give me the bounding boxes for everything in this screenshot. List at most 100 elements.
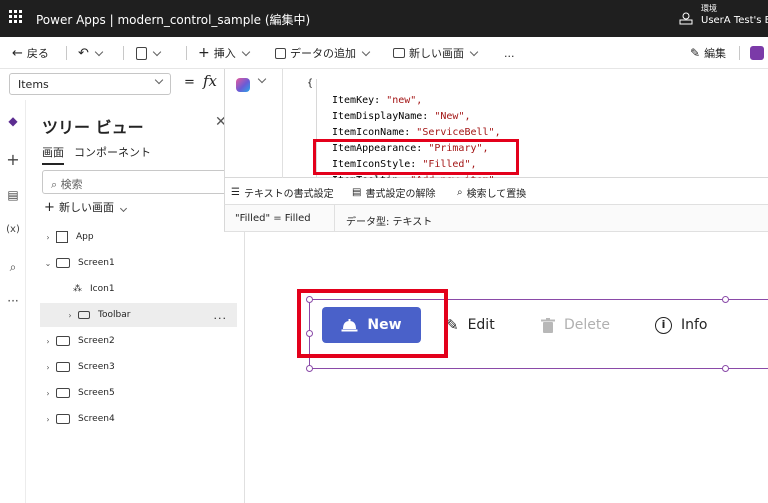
left-rail: ◆ + ▤ (x) ⌕ ··· — [0, 100, 26, 503]
toolbar-icon — [78, 311, 90, 319]
info-label: Info — [681, 317, 708, 333]
tree-node-label: Toolbar — [98, 310, 131, 320]
toolbar-edit-button[interactable]: ✎ Edit — [446, 314, 495, 336]
tree-view-title: ツリー ビュー — [42, 118, 144, 137]
tree-node-screen3[interactable]: › Screen3 — [40, 355, 237, 379]
divider — [739, 46, 740, 60]
undo-icon: ↶ — [78, 45, 89, 61]
new-screen-icon — [393, 48, 405, 58]
tree-node-screen1[interactable]: ⌄ Screen1 — [40, 251, 237, 275]
environment-picker[interactable]: 環境 UserA Test's E — [701, 3, 768, 27]
tab-components[interactable]: コンポーネント — [74, 144, 151, 165]
new-screen-button[interactable]: 新しい画面 — [393, 45, 479, 61]
tree-node-screen2[interactable]: › Screen2 — [40, 329, 237, 353]
tab-screens[interactable]: 画面 — [42, 144, 64, 165]
toolbar-delete-button[interactable]: Delete — [541, 314, 610, 336]
edit-button[interactable]: ✎ 編集 — [690, 45, 726, 61]
more-rail-icon[interactable]: ··· — [5, 294, 21, 310]
undo-button[interactable]: ↶ — [78, 45, 104, 61]
command-bar: ← 戻る ↶ + 挿入 データの追加 新しい画面 ... ✎ 編集 — [0, 37, 768, 69]
tree-search-input[interactable]: ⌕ 検索 — [42, 170, 247, 194]
find-replace-button[interactable]: ⌕ 検索して置換 — [457, 185, 526, 200]
chevron-down-icon — [469, 47, 479, 56]
layers-icon[interactable]: ◆ — [5, 114, 21, 130]
arrow-left-icon: ← — [12, 45, 23, 61]
chevron-down-icon — [241, 47, 250, 56]
variables-icon[interactable]: (x) — [5, 224, 21, 240]
app-badge-icon[interactable] — [750, 46, 764, 60]
title-bar: Power Apps | modern_control_sample (編集中)… — [0, 0, 768, 37]
chevron-right-icon: › — [46, 414, 50, 424]
open-bracket: { — [307, 78, 314, 89]
code-value: "ServiceBell", — [416, 127, 501, 138]
tree-tabs: 画面 コンポーネント — [42, 144, 151, 165]
screen-icon — [56, 336, 70, 346]
app-launcher-icon[interactable] — [9, 10, 23, 24]
tree-node-screen4[interactable]: › Screen4 — [40, 407, 237, 431]
back-button[interactable]: ← 戻る — [12, 45, 49, 61]
code-key: ItemKey: — [332, 95, 387, 106]
chevron-down-icon: ⌄ — [44, 258, 52, 268]
plus-icon: + — [44, 200, 60, 215]
paste-button[interactable] — [136, 45, 162, 61]
chevron-right-icon: › — [46, 388, 50, 398]
equals-sign: = — [184, 75, 195, 90]
add-data-button[interactable]: データの追加 — [275, 45, 371, 61]
tree-node-label: Screen1 — [78, 258, 115, 268]
tree-node-screen5[interactable]: › Screen5 — [40, 381, 237, 405]
insert-plus-icon[interactable]: + — [5, 150, 21, 169]
fx-icon[interactable]: fx — [203, 72, 217, 90]
chevron-right-icon: › — [46, 336, 50, 346]
chevron-down-icon — [361, 47, 371, 56]
tree-node-label: App — [76, 232, 94, 242]
remove-format-label: 書式設定の解除 — [365, 189, 436, 200]
tree-node-label: Screen2 — [78, 336, 115, 346]
delete-label: Delete — [564, 317, 610, 333]
property-dropdown[interactable]: Items — [9, 73, 171, 95]
remove-format-button[interactable]: ▤ 書式設定の解除 — [352, 185, 435, 200]
insert-button[interactable]: + 挿入 — [198, 45, 250, 61]
divider — [334, 205, 335, 232]
highlight-box-new-button — [297, 289, 448, 358]
screen-icon — [56, 388, 70, 398]
chevron-right-icon: › — [46, 232, 50, 242]
property-value: Items — [18, 78, 49, 91]
node-more-button[interactable]: ... — [214, 309, 228, 322]
format-text-button[interactable]: ☰ テキストの書式設定 — [231, 185, 334, 200]
info-icon: i — [655, 316, 672, 334]
resize-handle[interactable] — [722, 365, 729, 372]
trash-icon — [541, 317, 555, 333]
edit-label: 編集 — [704, 47, 727, 60]
data-icon[interactable]: ▤ — [5, 188, 21, 204]
tree-node-icon1[interactable]: ⁂ Icon1 — [73, 277, 237, 301]
divider — [186, 46, 187, 60]
new-screen-label: 新しい画面 — [409, 47, 464, 60]
copilot-icon[interactable] — [236, 78, 250, 92]
chevron-down-icon[interactable] — [257, 74, 267, 84]
edit-label: Edit — [467, 317, 495, 333]
divider — [66, 46, 67, 60]
more-commands-button[interactable]: ... — [504, 45, 515, 61]
insert-label: 挿入 — [213, 47, 236, 60]
result-expression: "Filled" = Filled — [235, 213, 311, 224]
resize-handle[interactable] — [722, 296, 729, 303]
pencil-icon: ✎ — [690, 46, 701, 60]
toolbar-info-button[interactable]: i Info — [655, 314, 708, 336]
new-screen-tree-button[interactable]: + 新しい画面 — [44, 199, 127, 215]
chevron-down-icon — [94, 47, 104, 56]
environment-user: UserA Test's E — [701, 15, 768, 26]
resize-handle[interactable] — [306, 365, 313, 372]
divider — [123, 46, 124, 60]
app-icon — [56, 231, 68, 243]
tree-node-app[interactable]: › App — [40, 225, 237, 249]
shapes-icon: ⁂ — [73, 284, 82, 294]
plus-icon: + — [198, 45, 210, 61]
screen-icon — [56, 258, 70, 268]
search-icon: ⌕ — [457, 187, 463, 198]
tree-node-toolbar[interactable]: › Toolbar ... — [40, 303, 237, 327]
add-data-label: データの追加 — [290, 47, 356, 60]
back-label: 戻る — [26, 47, 49, 60]
tree-node-label: Screen3 — [78, 362, 115, 372]
tree-node-label: Icon1 — [90, 284, 115, 294]
search-rail-icon[interactable]: ⌕ — [5, 260, 21, 276]
